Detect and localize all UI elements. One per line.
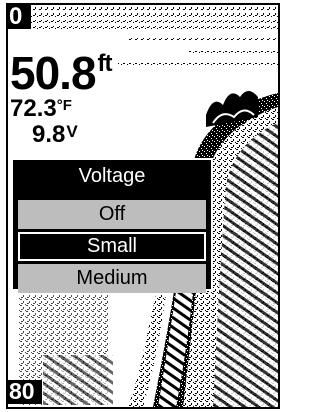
- menu-title: Voltage: [78, 165, 146, 187]
- voltage-value: 9.8: [32, 121, 66, 148]
- depth-unit: ft: [97, 50, 113, 77]
- temperature-unit: °F: [56, 97, 72, 114]
- menu-option-medium[interactable]: Medium: [18, 264, 206, 293]
- depth-readout: 50.8ft: [10, 47, 113, 99]
- temperature-readout: 72.3°F: [10, 97, 72, 121]
- sonar-screen: 0 50.8ft 72.3°F 9.8V Voltage Off Small M…: [6, 3, 280, 409]
- menu-option-off[interactable]: Off: [18, 200, 206, 229]
- temperature-value: 72.3: [10, 95, 57, 122]
- depth-scale-top: 0: [8, 5, 31, 29]
- depth-scale-bottom: 80: [8, 380, 42, 404]
- voltage-unit: V: [66, 122, 78, 141]
- voltage-readout: 9.8V: [32, 123, 78, 147]
- menu-option-small[interactable]: Small: [18, 232, 206, 261]
- voltage-menu: Voltage Off Small Medium: [11, 158, 213, 293]
- depth-value: 50.8: [10, 47, 97, 99]
